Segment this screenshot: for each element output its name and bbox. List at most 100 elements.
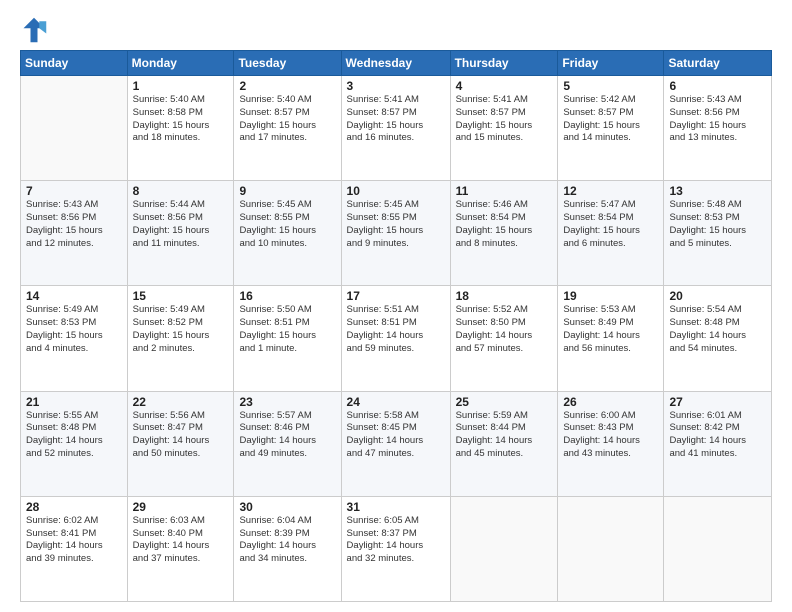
weekday-tuesday: Tuesday	[234, 51, 341, 76]
cell-info: Sunrise: 5:55 AMSunset: 8:48 PMDaylight:…	[26, 410, 122, 461]
calendar-cell: 20Sunrise: 5:54 AMSunset: 8:48 PMDayligh…	[664, 286, 772, 391]
day-number: 8	[133, 184, 229, 198]
day-number: 4	[456, 79, 553, 93]
calendar-cell: 5Sunrise: 5:42 AMSunset: 8:57 PMDaylight…	[558, 76, 664, 181]
cell-info: Sunrise: 6:01 AMSunset: 8:42 PMDaylight:…	[669, 410, 766, 461]
calendar-cell: 4Sunrise: 5:41 AMSunset: 8:57 PMDaylight…	[450, 76, 558, 181]
day-number: 28	[26, 500, 122, 514]
calendar-cell: 1Sunrise: 5:40 AMSunset: 8:58 PMDaylight…	[127, 76, 234, 181]
calendar-table: SundayMondayTuesdayWednesdayThursdayFrid…	[20, 50, 772, 602]
cell-info: Sunrise: 5:42 AMSunset: 8:57 PMDaylight:…	[563, 94, 658, 145]
calendar-cell: 26Sunrise: 6:00 AMSunset: 8:43 PMDayligh…	[558, 391, 664, 496]
calendar-cell: 18Sunrise: 5:52 AMSunset: 8:50 PMDayligh…	[450, 286, 558, 391]
day-number: 7	[26, 184, 122, 198]
calendar-cell	[664, 496, 772, 601]
cell-info: Sunrise: 5:47 AMSunset: 8:54 PMDaylight:…	[563, 199, 658, 250]
weekday-friday: Friday	[558, 51, 664, 76]
calendar-cell	[558, 496, 664, 601]
cell-info: Sunrise: 5:46 AMSunset: 8:54 PMDaylight:…	[456, 199, 553, 250]
cell-info: Sunrise: 6:00 AMSunset: 8:43 PMDaylight:…	[563, 410, 658, 461]
week-row-1: 1Sunrise: 5:40 AMSunset: 8:58 PMDaylight…	[21, 76, 772, 181]
day-number: 17	[347, 289, 445, 303]
weekday-wednesday: Wednesday	[341, 51, 450, 76]
calendar-cell: 16Sunrise: 5:50 AMSunset: 8:51 PMDayligh…	[234, 286, 341, 391]
day-number: 21	[26, 395, 122, 409]
cell-info: Sunrise: 5:49 AMSunset: 8:53 PMDaylight:…	[26, 304, 122, 355]
cell-info: Sunrise: 5:52 AMSunset: 8:50 PMDaylight:…	[456, 304, 553, 355]
calendar-cell	[21, 76, 128, 181]
cell-info: Sunrise: 5:45 AMSunset: 8:55 PMDaylight:…	[239, 199, 335, 250]
cell-info: Sunrise: 6:02 AMSunset: 8:41 PMDaylight:…	[26, 515, 122, 566]
calendar-cell: 24Sunrise: 5:58 AMSunset: 8:45 PMDayligh…	[341, 391, 450, 496]
calendar-cell: 29Sunrise: 6:03 AMSunset: 8:40 PMDayligh…	[127, 496, 234, 601]
calendar-cell: 15Sunrise: 5:49 AMSunset: 8:52 PMDayligh…	[127, 286, 234, 391]
calendar-cell: 23Sunrise: 5:57 AMSunset: 8:46 PMDayligh…	[234, 391, 341, 496]
cell-info: Sunrise: 5:45 AMSunset: 8:55 PMDaylight:…	[347, 199, 445, 250]
weekday-header-row: SundayMondayTuesdayWednesdayThursdayFrid…	[21, 51, 772, 76]
day-number: 2	[239, 79, 335, 93]
cell-info: Sunrise: 5:59 AMSunset: 8:44 PMDaylight:…	[456, 410, 553, 461]
calendar-cell: 3Sunrise: 5:41 AMSunset: 8:57 PMDaylight…	[341, 76, 450, 181]
week-row-4: 21Sunrise: 5:55 AMSunset: 8:48 PMDayligh…	[21, 391, 772, 496]
cell-info: Sunrise: 5:40 AMSunset: 8:57 PMDaylight:…	[239, 94, 335, 145]
weekday-monday: Monday	[127, 51, 234, 76]
day-number: 24	[347, 395, 445, 409]
calendar-cell: 8Sunrise: 5:44 AMSunset: 8:56 PMDaylight…	[127, 181, 234, 286]
calendar-cell: 22Sunrise: 5:56 AMSunset: 8:47 PMDayligh…	[127, 391, 234, 496]
day-number: 19	[563, 289, 658, 303]
day-number: 9	[239, 184, 335, 198]
calendar-cell: 12Sunrise: 5:47 AMSunset: 8:54 PMDayligh…	[558, 181, 664, 286]
week-row-2: 7Sunrise: 5:43 AMSunset: 8:56 PMDaylight…	[21, 181, 772, 286]
day-number: 6	[669, 79, 766, 93]
weekday-sunday: Sunday	[21, 51, 128, 76]
cell-info: Sunrise: 5:43 AMSunset: 8:56 PMDaylight:…	[669, 94, 766, 145]
day-number: 27	[669, 395, 766, 409]
calendar-cell: 31Sunrise: 6:05 AMSunset: 8:37 PMDayligh…	[341, 496, 450, 601]
day-number: 30	[239, 500, 335, 514]
cell-info: Sunrise: 5:58 AMSunset: 8:45 PMDaylight:…	[347, 410, 445, 461]
day-number: 5	[563, 79, 658, 93]
day-number: 1	[133, 79, 229, 93]
cell-info: Sunrise: 5:48 AMSunset: 8:53 PMDaylight:…	[669, 199, 766, 250]
calendar-cell: 25Sunrise: 5:59 AMSunset: 8:44 PMDayligh…	[450, 391, 558, 496]
cell-info: Sunrise: 6:04 AMSunset: 8:39 PMDaylight:…	[239, 515, 335, 566]
calendar-cell: 27Sunrise: 6:01 AMSunset: 8:42 PMDayligh…	[664, 391, 772, 496]
cell-info: Sunrise: 5:41 AMSunset: 8:57 PMDaylight:…	[456, 94, 553, 145]
weekday-saturday: Saturday	[664, 51, 772, 76]
day-number: 11	[456, 184, 553, 198]
calendar-cell	[450, 496, 558, 601]
cell-info: Sunrise: 5:50 AMSunset: 8:51 PMDaylight:…	[239, 304, 335, 355]
cell-info: Sunrise: 5:53 AMSunset: 8:49 PMDaylight:…	[563, 304, 658, 355]
day-number: 14	[26, 289, 122, 303]
cell-info: Sunrise: 5:44 AMSunset: 8:56 PMDaylight:…	[133, 199, 229, 250]
calendar-cell: 6Sunrise: 5:43 AMSunset: 8:56 PMDaylight…	[664, 76, 772, 181]
cell-info: Sunrise: 5:43 AMSunset: 8:56 PMDaylight:…	[26, 199, 122, 250]
calendar-cell: 28Sunrise: 6:02 AMSunset: 8:41 PMDayligh…	[21, 496, 128, 601]
cell-info: Sunrise: 5:57 AMSunset: 8:46 PMDaylight:…	[239, 410, 335, 461]
day-number: 25	[456, 395, 553, 409]
cell-info: Sunrise: 5:49 AMSunset: 8:52 PMDaylight:…	[133, 304, 229, 355]
week-row-5: 28Sunrise: 6:02 AMSunset: 8:41 PMDayligh…	[21, 496, 772, 601]
day-number: 22	[133, 395, 229, 409]
day-number: 20	[669, 289, 766, 303]
cell-info: Sunrise: 6:03 AMSunset: 8:40 PMDaylight:…	[133, 515, 229, 566]
day-number: 16	[239, 289, 335, 303]
calendar-cell: 19Sunrise: 5:53 AMSunset: 8:49 PMDayligh…	[558, 286, 664, 391]
calendar-cell: 30Sunrise: 6:04 AMSunset: 8:39 PMDayligh…	[234, 496, 341, 601]
logo	[20, 16, 52, 44]
week-row-3: 14Sunrise: 5:49 AMSunset: 8:53 PMDayligh…	[21, 286, 772, 391]
day-number: 3	[347, 79, 445, 93]
calendar-cell: 9Sunrise: 5:45 AMSunset: 8:55 PMDaylight…	[234, 181, 341, 286]
day-number: 10	[347, 184, 445, 198]
calendar-cell: 17Sunrise: 5:51 AMSunset: 8:51 PMDayligh…	[341, 286, 450, 391]
calendar-cell: 13Sunrise: 5:48 AMSunset: 8:53 PMDayligh…	[664, 181, 772, 286]
day-number: 23	[239, 395, 335, 409]
cell-info: Sunrise: 5:51 AMSunset: 8:51 PMDaylight:…	[347, 304, 445, 355]
logo-icon	[20, 16, 48, 44]
calendar-cell: 2Sunrise: 5:40 AMSunset: 8:57 PMDaylight…	[234, 76, 341, 181]
cell-info: Sunrise: 5:56 AMSunset: 8:47 PMDaylight:…	[133, 410, 229, 461]
day-number: 15	[133, 289, 229, 303]
day-number: 26	[563, 395, 658, 409]
calendar-cell: 21Sunrise: 5:55 AMSunset: 8:48 PMDayligh…	[21, 391, 128, 496]
day-number: 18	[456, 289, 553, 303]
